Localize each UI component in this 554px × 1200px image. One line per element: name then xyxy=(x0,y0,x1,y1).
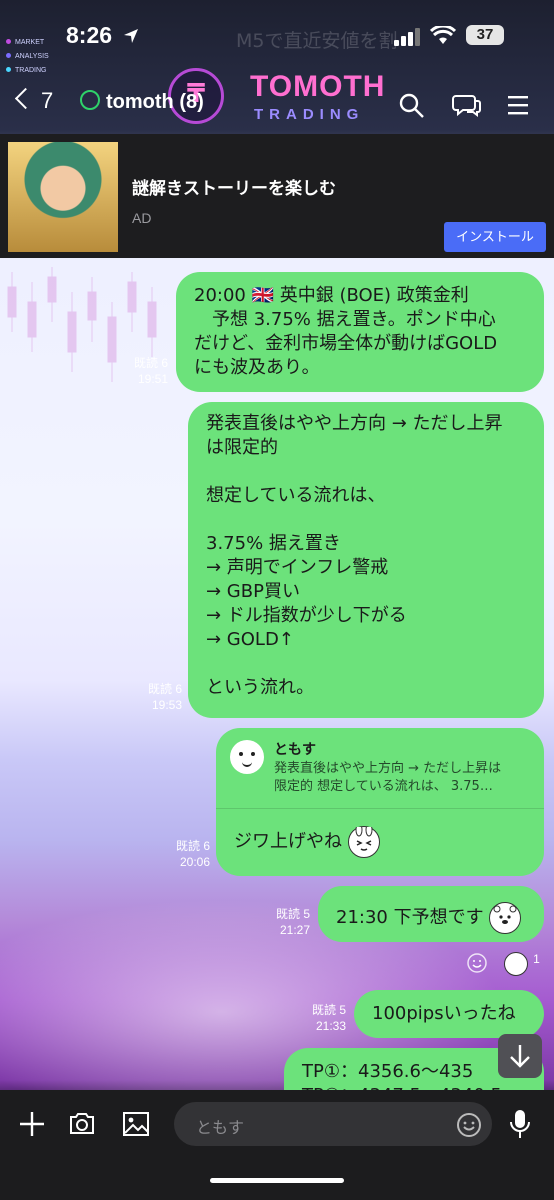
ad-image xyxy=(8,142,118,252)
emoji-icon[interactable] xyxy=(456,1112,482,1138)
arrow-down-icon xyxy=(510,1045,530,1068)
quoted-text: 発表直後はやや上方向 → ただし上昇は 限定的 想定している流れは、 3.75… xyxy=(274,761,502,794)
chat-bubbles-icon[interactable] xyxy=(452,92,482,120)
message-line: 予想 3.75% 据え置き。ポンド中心 xyxy=(194,309,496,330)
message-line: → GBP買い xyxy=(206,581,300,602)
member-count: (8) xyxy=(179,91,204,113)
reaction-sticker-icon xyxy=(504,952,528,976)
unread-count: 7 xyxy=(41,88,54,113)
reply-message-bubble[interactable]: ともす 発表直後はやや上方向 → ただし上昇は 限定的 想定している流れは、 3… xyxy=(216,728,544,876)
message-line: という流れ。 xyxy=(206,677,315,698)
cellular-signal-icon xyxy=(394,28,420,46)
message-bubble[interactable]: 100pipsいったね xyxy=(354,990,544,1038)
battery-indicator: 37 xyxy=(466,25,504,45)
message-bubble[interactable]: 20:00 🇬🇧 英中銀 (BOE) 政策金利 予想 3.75% 据え置き。ポン… xyxy=(176,272,544,392)
message-input[interactable]: ともす xyxy=(174,1102,492,1146)
read-receipt: 既読 6 xyxy=(175,839,210,853)
message-meta: 既読 5 21:27 xyxy=(252,906,310,938)
message-time: 21:27 xyxy=(279,923,310,937)
message-line: → GOLD↑ xyxy=(206,629,294,650)
smiley-outline-icon xyxy=(467,953,487,973)
status-bar: MARKET ANALYSIS TRADING M5で直近安値を割 8:26 3… xyxy=(0,0,554,74)
message-text: 21:30 下予想です xyxy=(336,907,484,928)
microphone-icon[interactable] xyxy=(508,1108,532,1140)
bear-emoji-icon xyxy=(489,902,522,934)
message-meta: 既読 5 21:33 xyxy=(290,1002,346,1034)
home-indicator xyxy=(210,1178,344,1183)
message-line xyxy=(206,652,544,676)
reply-body: ジワ上げやね xyxy=(234,823,380,858)
reaction-badge[interactable]: 1 xyxy=(504,952,540,976)
chat-name: tomoth xyxy=(106,91,174,113)
plus-icon[interactable] xyxy=(18,1110,46,1138)
message-time: 19:51 xyxy=(137,372,168,386)
message-bubble[interactable]: 発表直後はやや上方向 → ただし上昇 は限定的 想定している流れは、 3.75%… xyxy=(188,402,544,718)
ad-title: 謎解きストーリーを楽しむ xyxy=(132,179,336,199)
rabbit-emoji-icon xyxy=(347,823,380,858)
message-input-bar: ともす xyxy=(0,1090,554,1200)
message-line: だけど、金利市場全体が動けばGOLD xyxy=(194,333,498,354)
message-line: 発表直後はやや上方向 → ただし上昇 xyxy=(206,413,503,434)
message-text: ジワ上げやね xyxy=(234,831,342,852)
message-line xyxy=(206,460,544,484)
ad-label: AD xyxy=(132,210,152,226)
background-ghost-text: M5で直近安値を割 xyxy=(236,30,398,52)
logo-main-text: TOMOTH xyxy=(250,70,386,103)
location-arrow-icon xyxy=(124,29,138,43)
message-text: 100pipsいったね xyxy=(372,1003,516,1024)
message-time: 20:06 xyxy=(179,855,210,869)
read-receipt: 既読 6 xyxy=(147,682,182,696)
message-line: → ドル指数が少し下がる xyxy=(206,605,407,626)
chat-title[interactable]: tomoth (8) xyxy=(80,90,204,114)
read-receipt: 既読 5 xyxy=(275,907,310,921)
candlestick-background-decoration xyxy=(7,267,157,382)
message-meta: 既読 6 20:06 xyxy=(150,838,210,870)
message-line: 20:00 🇬🇧 英中銀 (BOE) 政策金利 xyxy=(194,285,469,306)
message-line: 想定している流れは、 xyxy=(206,485,386,506)
quoted-user-avatar xyxy=(230,740,264,774)
message-time: 21:33 xyxy=(315,1019,346,1033)
read-receipt: 既読 5 xyxy=(311,1003,346,1017)
camera-icon[interactable] xyxy=(68,1110,96,1136)
legend-market: MARKET xyxy=(15,39,45,46)
menu-icon[interactable] xyxy=(506,94,530,116)
message-line: 3.75% 据え置き xyxy=(206,533,341,554)
message-bubble[interactable]: 21:30 下予想です xyxy=(318,886,544,942)
wifi-icon xyxy=(430,26,456,44)
chevron-left-icon xyxy=(14,87,37,110)
status-time: 8:26 xyxy=(66,22,113,48)
message-meta: 既読 6 19:53 xyxy=(122,681,182,713)
group-badge-icon xyxy=(80,90,100,110)
scroll-to-bottom-button[interactable] xyxy=(498,1034,542,1078)
message-meta: 既読 6 19:51 xyxy=(110,355,168,387)
message-line xyxy=(206,508,544,532)
back-button[interactable]: 7 xyxy=(14,87,54,114)
message-line: → 声明でインフレ警戒 xyxy=(206,557,389,578)
install-button[interactable]: インストール xyxy=(444,222,546,252)
legend-analysis: ANALYSIS xyxy=(15,53,49,60)
input-placeholder: ともす xyxy=(196,1118,245,1137)
message-line: は限定的 xyxy=(206,437,278,458)
quoted-user-name: ともす xyxy=(274,742,316,758)
logo-sub-text: TRADING xyxy=(254,106,365,123)
add-reaction-button[interactable] xyxy=(466,952,488,978)
message-line: にも波及あり。 xyxy=(194,357,320,378)
image-gallery-icon[interactable] xyxy=(122,1110,150,1138)
search-icon[interactable] xyxy=(398,92,426,120)
reaction-count: 1 xyxy=(533,952,540,966)
read-receipt: 既読 6 xyxy=(133,356,168,370)
message-time: 19:53 xyxy=(151,698,182,712)
quoted-message[interactable]: ともす 発表直後はやや上方向 → ただし上昇は 限定的 想定している流れは、 3… xyxy=(216,728,544,809)
